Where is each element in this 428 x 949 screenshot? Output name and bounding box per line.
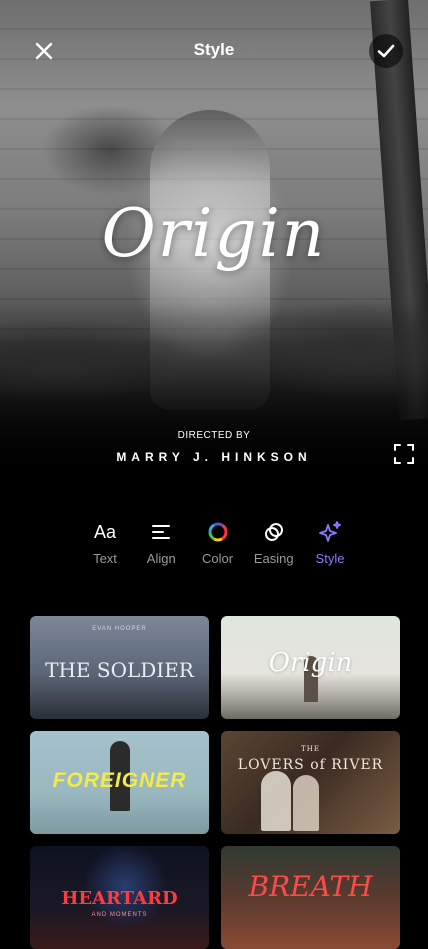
style-card-breath[interactable]: BREATH bbox=[221, 846, 400, 949]
checkmark-icon bbox=[377, 44, 395, 58]
align-left-icon bbox=[152, 525, 171, 539]
style-card-lovers-of-river[interactable]: THE LOVERS of RIVER bbox=[221, 731, 400, 834]
style-toolbar: Aa Text Align Color Easing Style bbox=[80, 518, 355, 578]
style-card-title: Origin bbox=[268, 648, 353, 678]
tab-color-label: Color bbox=[201, 551, 234, 566]
preview-director-name: MARRY J. HINKSON bbox=[116, 450, 312, 464]
easing-rings-icon bbox=[264, 523, 283, 541]
style-card-origin[interactable]: Origin bbox=[221, 616, 400, 719]
tab-color[interactable]: Color bbox=[193, 518, 243, 578]
preview-title-text[interactable]: Origin bbox=[0, 195, 428, 272]
tab-text-label: Text bbox=[93, 551, 117, 566]
style-card-title: LOVERS of RIVER bbox=[237, 757, 384, 773]
text-aa-icon: Aa bbox=[93, 521, 117, 542]
tab-easing-label: Easing bbox=[253, 551, 294, 566]
style-card-foreigner[interactable]: FOREIGNER bbox=[30, 731, 209, 834]
style-presets-grid: EVAN HOOPER THE SOLDIER Origin FOREIGNER… bbox=[30, 616, 400, 949]
preview-directed-by-label: DIRECTED BY bbox=[177, 430, 251, 441]
sparkle-icon bbox=[319, 521, 341, 542]
style-card-the-soldier[interactable]: EVAN HOOPER THE SOLDIER bbox=[30, 616, 209, 719]
tab-easing[interactable]: Easing bbox=[249, 518, 299, 578]
style-card-subtitle: EVAN HOOPER bbox=[92, 626, 147, 632]
fullscreen-icon bbox=[394, 444, 414, 464]
tab-style-label: Style bbox=[315, 551, 345, 566]
tab-text[interactable]: Aa Text bbox=[80, 518, 130, 578]
style-card-title: BREATH bbox=[248, 870, 373, 903]
style-card-title: FOREIGNER bbox=[52, 769, 187, 792]
style-card-subtitle: AND MOMENTS bbox=[91, 912, 148, 918]
confirm-button[interactable] bbox=[369, 34, 403, 68]
tab-style[interactable]: Style bbox=[305, 518, 355, 578]
color-wheel-icon bbox=[208, 522, 227, 542]
tab-align[interactable]: Align bbox=[136, 518, 186, 578]
tab-align-label: Align bbox=[146, 551, 176, 566]
fullscreen-button[interactable] bbox=[392, 442, 416, 466]
style-card-heartard[interactable]: HEARTARD AND MOMENTS bbox=[30, 846, 209, 949]
page-title: Style bbox=[193, 40, 235, 59]
style-card-title: HEARTARD bbox=[61, 888, 178, 909]
style-card-title: THE SOLDIER bbox=[45, 658, 194, 682]
style-card-subtitle: THE bbox=[301, 745, 320, 753]
